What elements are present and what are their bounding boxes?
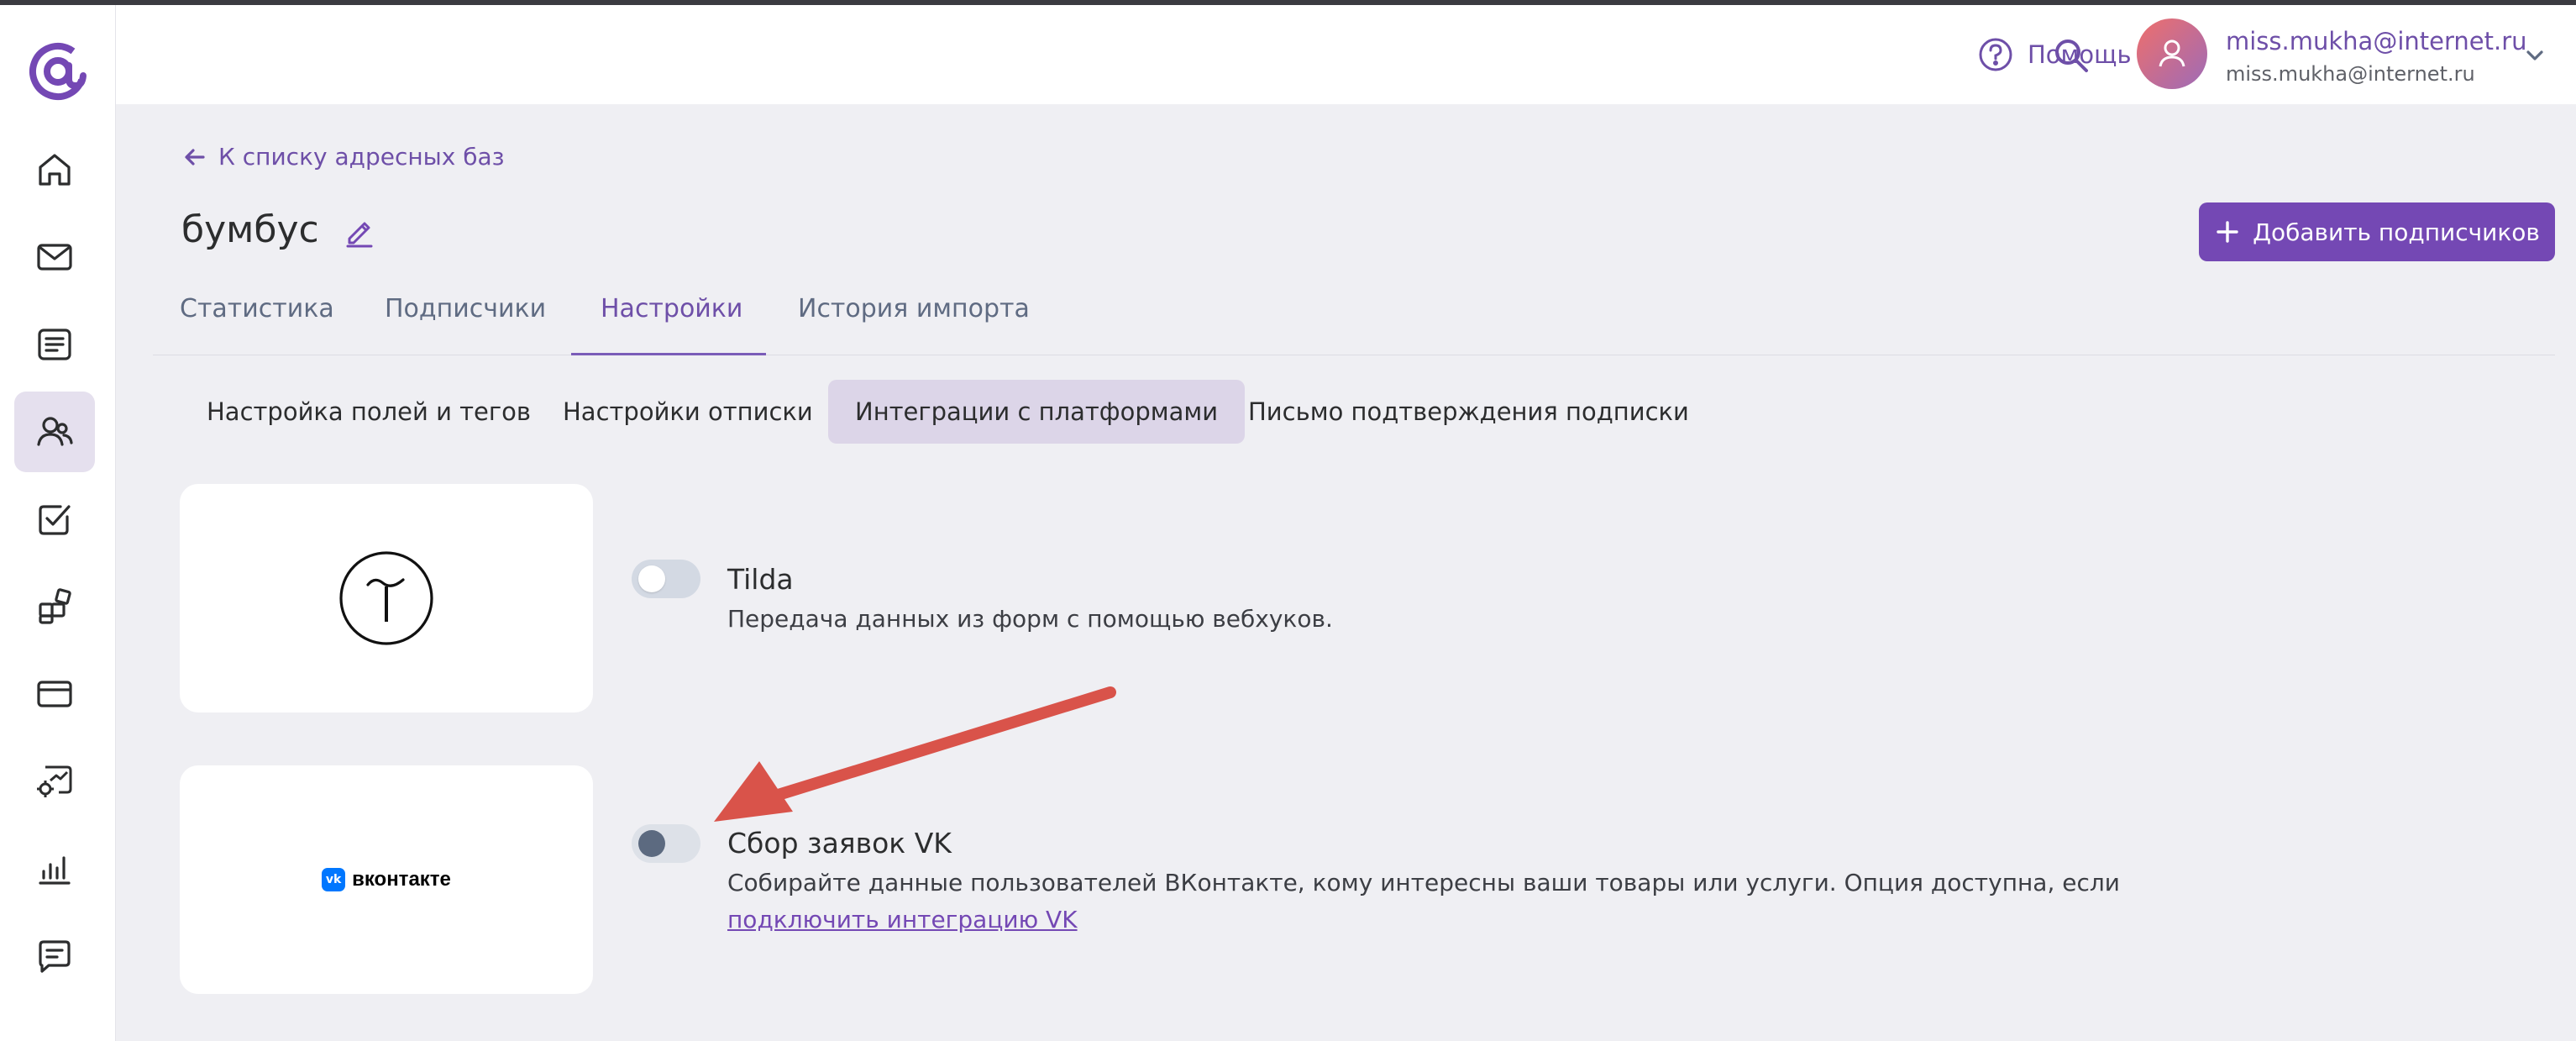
annotation-arrow [714, 686, 1116, 822]
plus-icon [2217, 221, 2238, 243]
search-icon[interactable] [2049, 34, 2093, 77]
tab-statistics[interactable]: Статистика [180, 294, 334, 323]
blocks-icon [39, 588, 71, 624]
tilda-description: Передача данных из форм с помощью вебхук… [727, 605, 1333, 633]
top-header: Помощь miss.mukha@internet.ru miss.mukha… [116, 5, 2576, 104]
tilda-toggle[interactable] [632, 560, 700, 598]
checklist-icon [39, 505, 71, 535]
sidebar-item-home[interactable] [14, 129, 95, 210]
settings-chart-icon [37, 765, 72, 797]
mail-icon [37, 244, 72, 271]
subtab-platform-integrations[interactable]: Интеграции с платформами [828, 380, 1246, 444]
active-tab-indicator [571, 353, 766, 355]
sidebar-item-analytics[interactable] [14, 828, 95, 909]
user-email[interactable]: miss.mukha@internet.ru [2226, 27, 2527, 55]
vk-leads-title: Сбор заявок VK [727, 827, 952, 860]
vk-wordmark: вконтакте [352, 868, 451, 891]
vk-mark-icon: vk [322, 868, 346, 891]
vk-leads-description: Собирайте данные пользователей ВКонтакте… [727, 869, 2120, 896]
pencil-icon[interactable] [343, 215, 376, 249]
users-icon [37, 417, 73, 446]
user-icon [2159, 39, 2185, 67]
tab-subscribers[interactable]: Подписчики [385, 294, 546, 323]
tilda-title: Tilda [727, 563, 794, 596]
subtab-confirmation-email[interactable]: Письмо подтверждения подписки [1221, 380, 1716, 444]
sidebar-item-campaigns[interactable] [14, 217, 95, 297]
sidebar-item-templates[interactable] [14, 304, 95, 385]
card-icon [37, 681, 72, 707]
vk-logo: vk вконтакте [322, 868, 451, 891]
sidebar-item-integrations[interactable] [14, 566, 95, 647]
sidebar-item-tasks[interactable] [14, 479, 95, 560]
subtab-fields-and-tags[interactable]: Настройка полей и тегов [180, 380, 558, 444]
back-to-lists-link[interactable]: К списку адресных баз [181, 143, 505, 171]
home-icon [39, 154, 71, 186]
sidebar-item-audience[interactable] [14, 392, 95, 472]
tab-settings[interactable]: Настройки [601, 294, 742, 323]
chevron-down-icon[interactable] [2520, 40, 2550, 71]
mail-ru-logo-icon[interactable] [22, 35, 94, 108]
connect-vk-integration-link[interactable]: подключить интеграцию VK [727, 906, 1078, 933]
subtab-unsubscribe-settings[interactable]: Настройки отписки [536, 380, 840, 444]
document-icon [38, 329, 71, 360]
tilda-logo-card [180, 484, 593, 712]
user-account: miss.mukha@internet.ru [2226, 62, 2475, 86]
arrow-left-icon [185, 148, 205, 166]
chat-icon [39, 940, 71, 973]
avatar[interactable] [2137, 18, 2207, 89]
vk-leads-toggle[interactable] [632, 824, 700, 863]
toggle-knob [638, 830, 665, 857]
back-link-label: К списку адресных баз [218, 143, 505, 171]
sidebar-item-automation[interactable] [14, 741, 95, 822]
help-circle-icon [1979, 38, 2012, 71]
tilda-logo-icon [339, 551, 433, 645]
add-subscribers-button[interactable]: Добавить подписчиков [2199, 202, 2555, 261]
sidebar-item-billing[interactable] [14, 654, 95, 734]
add-subscribers-label: Добавить подписчиков [2253, 218, 2540, 246]
toggle-knob [638, 565, 665, 592]
bar-chart-icon [39, 856, 71, 885]
vk-logo-card: vk вконтакте [180, 765, 593, 994]
sidebar-item-support[interactable] [14, 916, 95, 996]
sidebar [0, 5, 116, 1041]
tab-import-history[interactable]: История импорта [798, 294, 1030, 323]
page-title: бумбус [181, 208, 319, 251]
